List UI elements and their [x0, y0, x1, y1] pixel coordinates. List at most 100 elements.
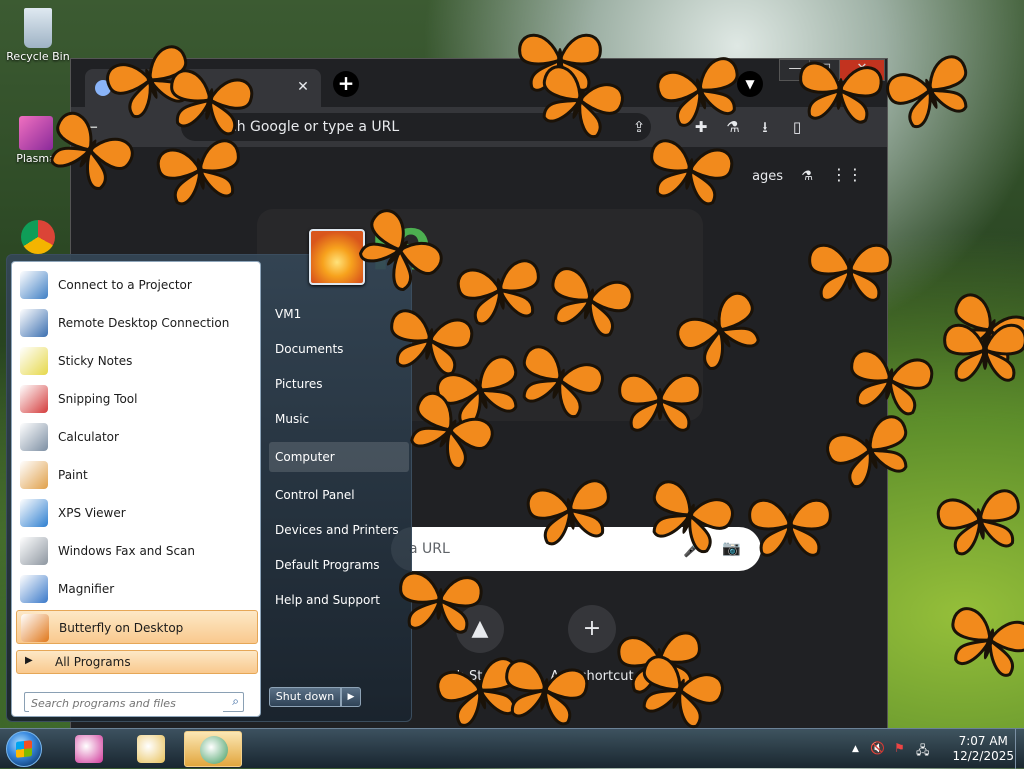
- right-arrow-icon: ▶: [25, 655, 33, 666]
- show-hidden-icons-icon[interactable]: ▲: [852, 744, 859, 754]
- plasma-app-icon: [75, 735, 103, 763]
- calculator-icon: [20, 423, 48, 451]
- plasma-desktop-icon[interactable]: Plasma: [4, 116, 68, 165]
- clock[interactable]: 7:07 AM 12/2/2025: [952, 734, 1014, 764]
- add-shortcut-label: Add shortcut: [550, 669, 634, 684]
- butterfly-icon: [951, 293, 1024, 370]
- top-links: ages ⚗ ⋮⋮: [738, 165, 863, 184]
- start-program-item[interactable]: Connect to a Projector: [16, 268, 258, 302]
- recycle-bin-desktop-icon[interactable]: Recycle Bin: [6, 8, 70, 63]
- camera-lens-icon[interactable]: 📷: [722, 539, 741, 557]
- web-store-label: b Store: [456, 669, 504, 684]
- start-search-box[interactable]: ⌕: [24, 692, 244, 712]
- chrome-app-icon: [21, 220, 55, 254]
- start-menu-programs-pane: Butterfly on Desktop Magnifier Windows Fax…: [11, 261, 261, 717]
- start-place-pictures[interactable]: Pictures: [269, 369, 409, 399]
- start-button[interactable]: [6, 731, 42, 767]
- labs-icon[interactable]: ⚗: [801, 169, 813, 184]
- start-program-label: Snipping Tool: [58, 392, 138, 406]
- microphone-icon[interactable]: 🎤: [683, 539, 703, 558]
- chrome-desktop-icon[interactable]: [6, 220, 70, 256]
- add-shortcut[interactable]: + Add shortcut: [537, 605, 647, 684]
- search-icon[interactable]: ⌕: [232, 694, 239, 709]
- chrome-taskbar-button[interactable]: [184, 731, 242, 767]
- search-placeholder: a URL: [409, 541, 450, 557]
- close-button[interactable]: ✕: [839, 59, 885, 81]
- plasma-label: Plasma: [16, 152, 56, 165]
- start-place-documents[interactable]: Documents: [269, 334, 409, 364]
- reading-mode-icon[interactable]: ▯: [787, 117, 807, 137]
- start-program-item[interactable]: Sticky Notes: [16, 344, 258, 378]
- start-program-label: Remote Desktop Connection: [58, 316, 230, 330]
- butterfly-icon: [951, 607, 1024, 677]
- shut-down-options-button[interactable]: ▶: [341, 687, 361, 707]
- start-program-item[interactable]: Butterfly on Desktop: [16, 610, 258, 644]
- user-account-picture[interactable]: [309, 229, 365, 285]
- maximize-button[interactable]: □: [809, 59, 841, 81]
- start-program-item[interactable]: Paint: [16, 458, 258, 492]
- start-program-label: Butterfly on Desktop: [59, 621, 184, 635]
- chevron-down-icon: ▼: [745, 77, 755, 91]
- magnifier-icon: [20, 575, 48, 603]
- windows-logo-icon: [16, 740, 32, 758]
- butterfly-icon: [886, 55, 968, 129]
- images-link[interactable]: ages: [752, 169, 783, 184]
- network-icon[interactable]: 🖧: [916, 741, 929, 762]
- web-store-shortcut[interactable]: ▲ b Store: [425, 605, 535, 684]
- remote-desktop-icon: [20, 309, 48, 337]
- snipping-tool-icon: [20, 385, 48, 413]
- start-program-label: Sticky Notes: [58, 354, 133, 368]
- recycle-bin-icon: [24, 8, 52, 48]
- volume-muted-icon[interactable]: 🔇: [870, 741, 885, 755]
- start-program-label: Magnifier: [58, 582, 115, 596]
- extensions-icon[interactable]: ✚: [691, 117, 711, 137]
- start-place-computer[interactable]: Computer: [269, 442, 409, 472]
- start-place-control-panel[interactable]: Control Panel: [269, 480, 409, 510]
- start-search-input[interactable]: [29, 694, 223, 712]
- apps-grid-icon[interactable]: ⋮⋮: [831, 165, 863, 184]
- start-program-label: Connect to a Projector: [58, 278, 192, 292]
- explorer-taskbar-button[interactable]: [122, 731, 180, 767]
- share-icon[interactable]: ⇪: [629, 117, 649, 137]
- butterfly-icon: [21, 614, 49, 642]
- start-place-devices-and-printers[interactable]: Devices and Printers: [269, 515, 409, 545]
- tab-close-icon[interactable]: ✕: [293, 77, 313, 97]
- action-center-icon[interactable]: ⚑: [894, 741, 905, 755]
- taskbar: ▲ 🔇 ⚑ 🖧 7:07 AM 12/2/2025: [0, 728, 1024, 769]
- start-place-help-and-support[interactable]: Help and Support: [269, 585, 409, 615]
- shut-down-button[interactable]: Shut down: [269, 687, 341, 707]
- plasma-taskbar-button[interactable]: [60, 731, 118, 767]
- fax-scan-icon: [20, 537, 48, 565]
- omnibox[interactable]: ch Google or type a URL: [181, 113, 651, 141]
- paint-icon: [20, 461, 48, 489]
- start-program-item[interactable]: XPS Viewer: [16, 496, 258, 530]
- back-arrow-icon[interactable]: ←: [83, 117, 98, 138]
- start-place-vm1[interactable]: VM1: [269, 299, 409, 329]
- butterfly-icon: [943, 323, 1024, 382]
- new-tab-button[interactable]: +: [333, 71, 359, 97]
- download-icon[interactable]: ⭳: [755, 117, 775, 137]
- start-program-item[interactable]: Calculator: [16, 420, 258, 454]
- sticky-notes-icon: [20, 347, 48, 375]
- labs-flask-icon[interactable]: ⚗: [723, 117, 743, 137]
- tab-search-button[interactable]: ▼: [737, 71, 763, 97]
- show-desktop-button[interactable]: [1015, 729, 1024, 769]
- notification-area: ▲ 🔇 ⚑ 🖧 7:07 AM 12/2/2025: [844, 729, 1024, 769]
- start-program-label: XPS Viewer: [58, 506, 126, 520]
- all-programs-button[interactable]: ▶ All Programs: [16, 650, 258, 674]
- start-program-item[interactable]: Magnifier: [16, 572, 258, 606]
- start-program-label: Calculator: [58, 430, 119, 444]
- minimize-button[interactable]: —: [779, 59, 811, 81]
- start-place-default-programs[interactable]: Default Programs: [269, 550, 409, 580]
- chrome-toolbar: ← ch Google or type a URL ⇪ ✚ ⚗ ⭳ ▯: [71, 107, 887, 147]
- clock-time: 7:07 AM: [958, 734, 1008, 748]
- start-program-item[interactable]: Snipping Tool: [16, 382, 258, 416]
- projector-icon: [20, 271, 48, 299]
- start-place-music[interactable]: Music: [269, 404, 409, 434]
- chrome-tab[interactable]: la ✕: [85, 69, 321, 107]
- start-program-item[interactable]: Remote Desktop Connection: [16, 306, 258, 340]
- folder-icon: [137, 735, 165, 763]
- google-search-box[interactable]: a URL 🎤 📷: [391, 527, 761, 571]
- start-program-item[interactable]: Windows Fax and Scan: [16, 534, 258, 568]
- plasma-app-icon: [19, 116, 53, 150]
